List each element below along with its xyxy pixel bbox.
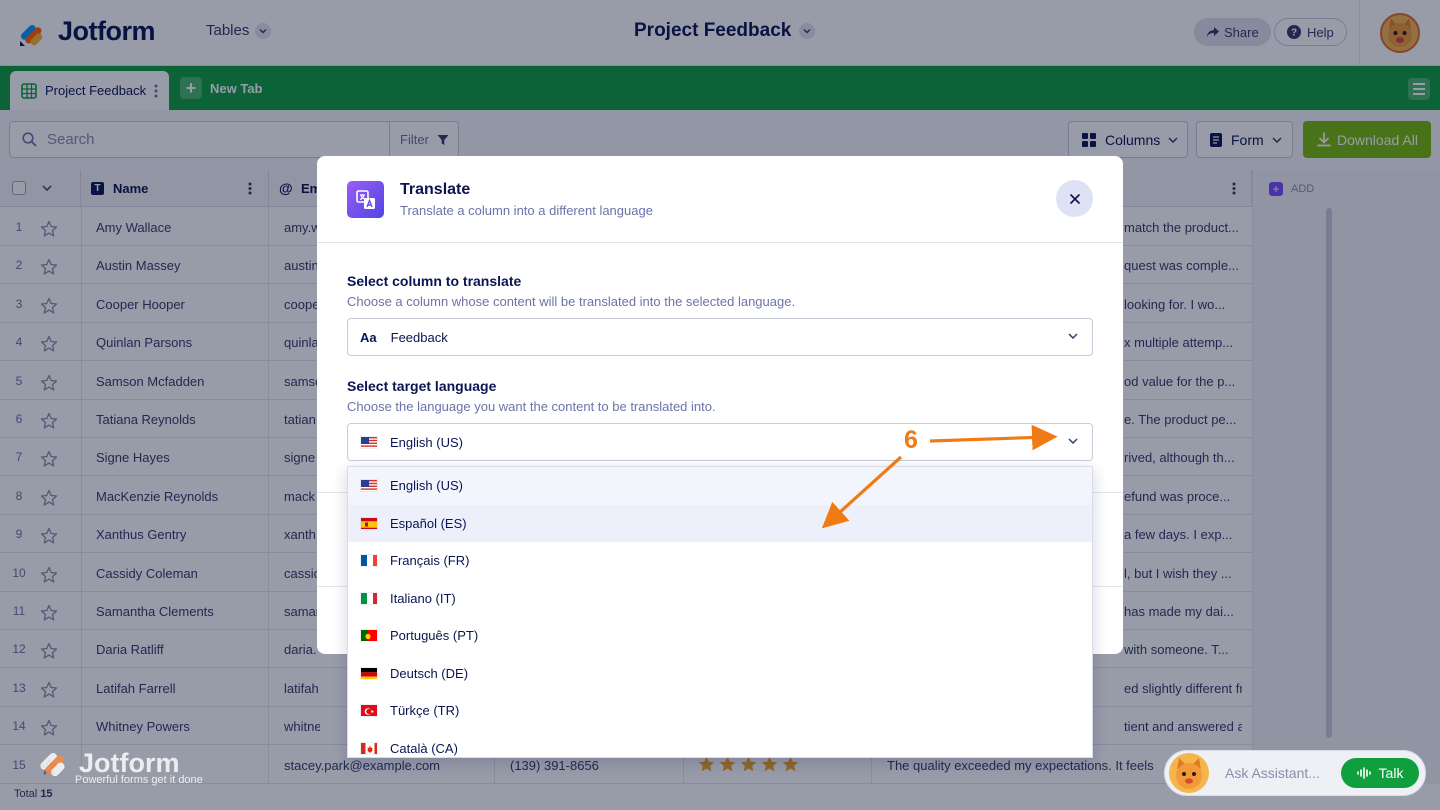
option-label: Français (FR) (390, 553, 470, 569)
chevron-down-icon (1068, 333, 1078, 339)
jotform-watermark: Jotform Powerful forms get it done (37, 744, 203, 786)
option-label: English (US) (390, 478, 463, 494)
option-label: Türkçe (TR) (390, 703, 460, 719)
portugal-flag-icon (360, 629, 378, 643)
watermark-tagline: Powerful forms get it done (75, 774, 203, 786)
france-flag-icon (360, 554, 378, 568)
assistant-placeholder: Ask Assistant... (1225, 765, 1320, 781)
jotform-watermark-logo-icon (40, 753, 65, 777)
column-select-label: Select column to translate (347, 273, 522, 289)
language-option-pt[interactable]: Português (PT) (348, 617, 1092, 655)
modal-title: Translate (400, 181, 471, 198)
close-button[interactable] (1056, 180, 1093, 217)
talk-label: Talk (1378, 765, 1404, 781)
language-option-tr[interactable]: Türkçe (TR) (348, 692, 1092, 730)
us-flag-icon (360, 479, 378, 493)
modal-subtitle: Translate a column into a different lang… (400, 203, 653, 218)
translate-icon (347, 181, 384, 218)
turkey-flag-icon (360, 704, 378, 718)
assistant-cat-icon (1176, 758, 1202, 789)
option-label: Italiano (IT) (390, 590, 456, 606)
ask-assistant-widget[interactable]: Ask Assistant... Talk (1164, 750, 1426, 796)
talk-button[interactable]: Talk (1341, 758, 1419, 788)
option-label: Deutsch (DE) (390, 665, 469, 681)
option-label: Català (CA) (390, 740, 458, 756)
close-icon (1069, 193, 1080, 204)
us-flag-icon (360, 435, 378, 449)
voice-wave-icon (1356, 767, 1371, 779)
option-label: Español (ES) (390, 515, 467, 531)
language-option-fr[interactable]: Français (FR) (348, 542, 1092, 580)
option-label: Português (PT) (390, 628, 479, 644)
language-option-es[interactable]: Español (ES) (348, 504, 1092, 542)
column-select[interactable]: Aa Feedback (347, 318, 1093, 356)
column-select-help: Choose a column whose content will be tr… (347, 294, 796, 309)
language-select-label: Select target language (347, 378, 497, 394)
language-option-de[interactable]: Deutsch (DE) (348, 655, 1092, 693)
text-type-icon: Aa (360, 329, 377, 345)
language-option-it[interactable]: Italiano (IT) (348, 580, 1092, 618)
column-select-value: Feedback (390, 329, 448, 345)
assistant-avatar (1169, 753, 1209, 793)
step-number-annotation: 6 (904, 426, 918, 454)
canada-flag-icon (360, 741, 378, 755)
spain-flag-icon (360, 516, 378, 530)
germany-flag-icon (360, 666, 378, 680)
chevron-down-icon (1068, 438, 1078, 444)
modal-header: Translate Translate a column into a diff… (317, 156, 1123, 243)
language-select-help: Choose the language you want the content… (347, 399, 716, 414)
language-option-en-us[interactable]: English (US) (348, 467, 1092, 505)
language-dropdown-list: English (US) Español (ES) Français (FR) … (347, 466, 1093, 758)
language-option-ca[interactable]: Català (CA) (348, 730, 1092, 758)
language-select-value: English (US) (390, 434, 463, 450)
italy-flag-icon (360, 591, 378, 605)
language-select[interactable]: English (US) (347, 423, 1093, 461)
